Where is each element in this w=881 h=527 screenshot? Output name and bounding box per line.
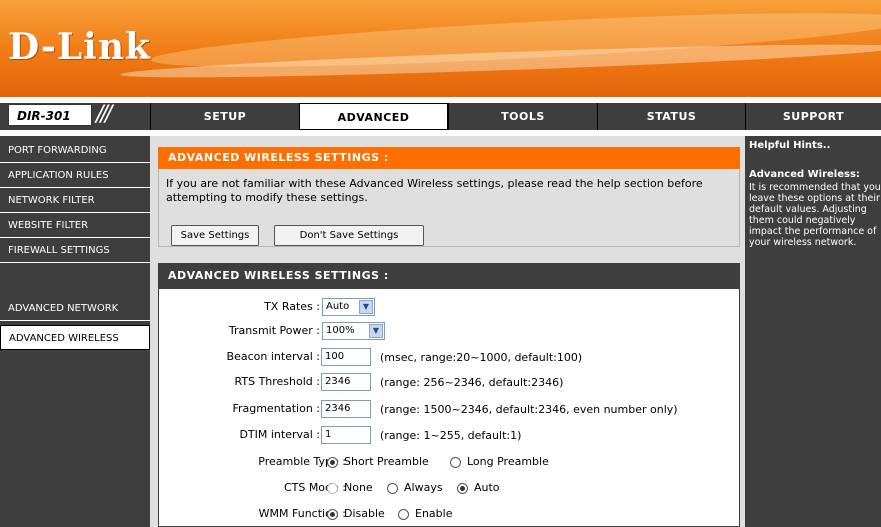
sidebar-item-website-filter[interactable]: WEBSITE FILTER xyxy=(0,213,150,238)
preamble-type-label: Preamble Type : xyxy=(258,455,346,468)
beacon-interval-hint: (msec, range:20~1000, default:100) xyxy=(380,351,583,364)
preamble-long-radio[interactable] xyxy=(450,457,461,468)
sidebar-item-port-forwarding[interactable]: PORT FORWARDING xyxy=(0,138,150,163)
fragmentation-hint: (range: 1500~2346, default:2346, even nu… xyxy=(380,403,678,416)
tx-rates-select[interactable]: Auto ▼ xyxy=(322,298,375,316)
tab-support[interactable]: SUPPORT xyxy=(745,103,881,130)
cts-always-radio[interactable] xyxy=(387,483,398,494)
preamble-short-radio[interactable] xyxy=(327,457,338,468)
dtim-interval-input[interactable]: 1 xyxy=(321,426,371,444)
preamble-long-label: Long Preamble xyxy=(467,455,549,468)
wmm-disable-radio[interactable] xyxy=(327,509,338,520)
rts-threshold-label: RTS Threshold : xyxy=(234,375,320,388)
intro-text: If you are not familiar with these Advan… xyxy=(166,177,703,204)
sidebar-item-advanced-wireless[interactable]: ADVANCED WIRELESS xyxy=(0,325,150,350)
dont-save-settings-button[interactable]: Don't Save Settings xyxy=(274,225,424,246)
wmm-disable-label: Disable xyxy=(344,507,385,520)
tab-advanced[interactable]: ADVANCED xyxy=(299,103,448,130)
tab-setup[interactable]: SETUP xyxy=(150,103,299,130)
cts-auto-radio[interactable] xyxy=(457,483,468,494)
wmm-enable-radio[interactable] xyxy=(398,509,409,520)
sidebar-item-application-rules[interactable]: APPLICATION RULES xyxy=(0,163,150,188)
fragmentation-input[interactable]: 2346 xyxy=(321,400,371,418)
header-banner: D-Link xyxy=(0,0,881,97)
hints-title: Helpful Hints.. xyxy=(749,140,831,151)
sidebar-item-advanced-network[interactable]: ADVANCED NETWORK xyxy=(0,296,150,321)
hints-text: It is recommended that you leave these o… xyxy=(749,182,881,248)
tx-rates-value: Auto xyxy=(326,301,350,312)
cts-always-label: Always xyxy=(404,481,443,494)
cts-none-radio[interactable] xyxy=(327,483,338,494)
hints-heading: Advanced Wireless: xyxy=(749,169,860,180)
intro-panel-header: ADVANCED WIRELESS SETTINGS : xyxy=(158,147,740,169)
rts-threshold-hint: (range: 256~2346, default:2346) xyxy=(380,376,564,389)
cts-none-label: None xyxy=(344,481,373,494)
transmit-power-select[interactable]: 100% ▼ xyxy=(322,322,385,340)
save-settings-button[interactable]: Save Settings xyxy=(171,225,259,246)
sidebar-item-network-filter[interactable]: NETWORK FILTER xyxy=(0,188,150,213)
helpful-hints-panel: Helpful Hints.. Advanced Wireless: It is… xyxy=(745,136,881,527)
beacon-interval-input[interactable]: 100 xyxy=(321,348,371,366)
tab-status[interactable]: STATUS xyxy=(597,103,745,130)
tx-rates-label: TX Rates : xyxy=(264,300,320,313)
cts-mode-label: CTS Mode : xyxy=(283,481,346,494)
cts-auto-label: Auto xyxy=(474,481,500,494)
model-slashes: /// xyxy=(96,102,112,127)
wmm-enable-label: Enable xyxy=(415,507,453,520)
transmit-power-value: 100% xyxy=(326,325,355,336)
transmit-power-label: Transmit Power : xyxy=(228,324,320,337)
tab-tools[interactable]: TOOLS xyxy=(448,103,597,130)
chevron-down-icon: ▼ xyxy=(369,324,383,338)
dtim-interval-label: DTIM interval : xyxy=(239,428,320,441)
settings-panel-header: ADVANCED WIRELESS SETTINGS : xyxy=(158,263,740,289)
rts-threshold-input[interactable]: 2346 xyxy=(321,373,371,391)
fragmentation-label: Fragmentation : xyxy=(232,402,320,415)
beacon-interval-label: Beacon interval : xyxy=(226,350,320,363)
model-badge: DIR-301 xyxy=(8,104,92,126)
chevron-down-icon: ▼ xyxy=(359,300,373,314)
sidebar-item-firewall-settings[interactable]: FIREWALL SETTINGS xyxy=(0,238,150,263)
wmm-function-label: WMM Function : xyxy=(258,507,346,520)
dlink-logo: D-Link xyxy=(8,26,151,68)
dtim-interval-hint: (range: 1~255, default:1) xyxy=(380,429,522,442)
preamble-short-label: Short Preamble xyxy=(344,455,429,468)
